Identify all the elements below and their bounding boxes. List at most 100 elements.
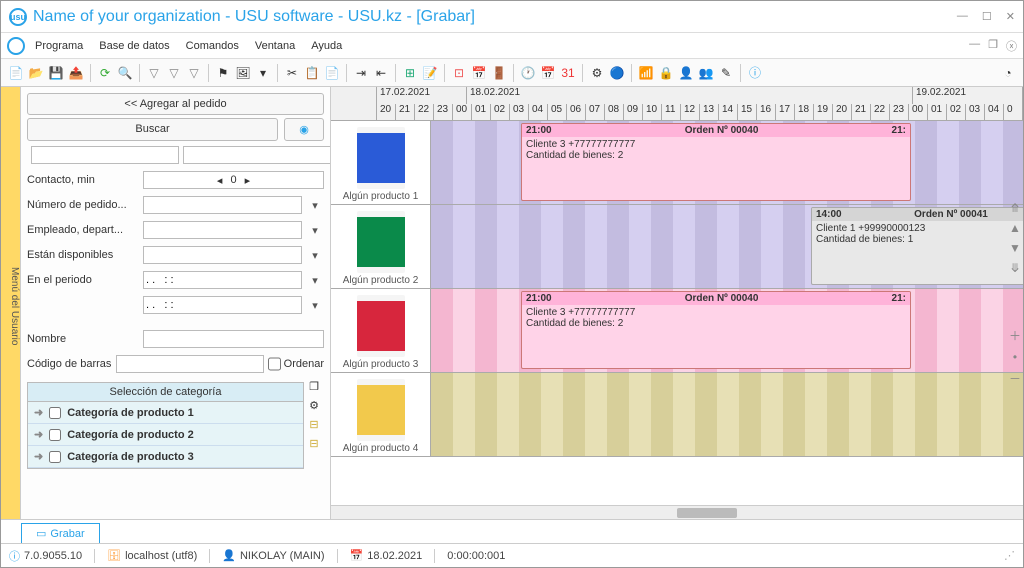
order-block[interactable]: 14:00Orden Nº 0004114:00 Cliente 1 +9999…	[811, 207, 1023, 285]
ordenar-checkbox[interactable]	[268, 355, 281, 373]
scroll-down2-icon[interactable]: ⤋	[1010, 261, 1020, 275]
gantt-hscroll[interactable]	[331, 505, 1023, 519]
menu-ventana[interactable]: Ventana	[249, 38, 301, 54]
status-info-icon: ⓘ	[9, 548, 20, 564]
dropdown-icon[interactable]: ▾	[254, 64, 272, 82]
db2-icon[interactable]: ⊟	[309, 437, 318, 450]
gantt-track[interactable]: 14:00Orden Nº 0004114:00 Cliente 1 +9999…	[431, 205, 1023, 288]
window-title: Name of your organization - USU software…	[33, 8, 957, 26]
date-icon[interactable]: 31	[559, 64, 577, 82]
scroll-up-icon[interactable]: ⤊	[1010, 201, 1020, 215]
mdi-restore-icon[interactable]: ❐	[988, 38, 998, 54]
disponibles-input[interactable]	[143, 246, 302, 264]
gantt-body: Algún producto 1 21:00Orden Nº 0004021: …	[331, 121, 1023, 505]
periodo-to-input[interactable]	[143, 296, 302, 314]
export-icon[interactable]: 📤	[67, 64, 85, 82]
user-icon[interactable]: 👤	[677, 64, 695, 82]
cut-icon[interactable]: ✂	[283, 64, 301, 82]
menu-comandos[interactable]: Comandos	[180, 38, 245, 54]
scroll-down-icon[interactable]: ▼	[1009, 241, 1021, 255]
order-block[interactable]: 21:00Orden Nº 0004021: Cliente 3 +777777…	[521, 123, 911, 201]
lock-icon[interactable]: 🔒	[657, 64, 675, 82]
gantt-track[interactable]: 21:00Orden Nº 0004021: Cliente 3 +777777…	[431, 121, 1023, 204]
zoom-dot-icon[interactable]: •	[1013, 350, 1017, 364]
users-icon[interactable]: 👥	[697, 64, 715, 82]
menu-logo-icon[interactable]	[7, 37, 25, 55]
search-icon[interactable]: 🔍	[116, 64, 134, 82]
gantt-track[interactable]	[431, 373, 1023, 456]
side-tab-user-menu[interactable]: Menú del Usuario	[1, 87, 21, 519]
open-icon[interactable]: 📂	[27, 64, 45, 82]
zoom-in-icon[interactable]: ＋	[1009, 327, 1021, 344]
doc-icon[interactable]: 📝	[421, 64, 439, 82]
info-icon[interactable]: ⓘ	[746, 64, 764, 82]
scroll-up2-icon[interactable]: ▲	[1009, 221, 1021, 235]
add-to-order-button[interactable]: << Agregar al pedido	[27, 93, 324, 115]
filter-icon[interactable]: ▽	[145, 64, 163, 82]
category-header: Selección de categoría	[28, 383, 303, 402]
gear-icon[interactable]: ⚙	[588, 64, 606, 82]
category-row[interactable]: ➜Categoría de producto 3	[28, 446, 303, 468]
image-icon[interactable]: 🖼	[234, 64, 252, 82]
order-block[interactable]: 21:00Orden Nº 0004021: Cliente 3 +777777…	[521, 291, 911, 369]
statusbar: ⓘ7.0.9055.10 🗄localhost (utf8) 👤NIKOLAY …	[1, 543, 1023, 567]
cal3-icon[interactable]: 📅	[539, 64, 557, 82]
copy-cat-icon[interactable]: ❐	[309, 380, 319, 393]
app-logo: usu	[9, 8, 27, 26]
db1-icon[interactable]: ⊟	[309, 418, 318, 431]
zoom-out-icon[interactable]: －	[1009, 370, 1021, 387]
empleado-input[interactable]	[143, 221, 302, 239]
edit-icon[interactable]: ✎	[717, 64, 735, 82]
product-thumb	[357, 211, 405, 273]
flag-icon[interactable]: ⚑	[214, 64, 232, 82]
tarjeta-input[interactable]	[183, 146, 331, 164]
periodo-from-input[interactable]	[143, 271, 302, 289]
empleado-dropdown[interactable]: ▾	[306, 224, 324, 237]
contacto-spinner[interactable]: ◂0▸	[143, 171, 324, 189]
color-icon[interactable]: 🔵	[608, 64, 626, 82]
gantt-track[interactable]: 21:00Orden Nº 0004021: Cliente 3 +777777…	[431, 289, 1023, 372]
filter2-icon[interactable]: ▽	[165, 64, 183, 82]
calendar2-icon[interactable]: 📅	[470, 64, 488, 82]
nombre-input[interactable]	[143, 330, 324, 348]
product-thumb	[357, 379, 405, 441]
mdi-close-icon[interactable]: ⓧ	[1006, 38, 1017, 54]
label-codigo: Código de barras	[27, 358, 112, 370]
tab-grabar[interactable]: ▭Grabar	[21, 523, 100, 543]
excel-icon[interactable]: ⊞	[401, 64, 419, 82]
new-icon[interactable]: 📄	[7, 64, 25, 82]
category-row[interactable]: ➜Categoría de producto 1	[28, 402, 303, 424]
minimize-icon[interactable]: —	[957, 10, 968, 23]
resize-grip-icon[interactable]: ⋰	[1004, 549, 1015, 562]
paste-icon[interactable]: 📄	[323, 64, 341, 82]
codigo-input[interactable]	[116, 355, 264, 373]
numero-dropdown[interactable]: ▾	[306, 199, 324, 212]
category-row[interactable]: ➜Categoría de producto 2	[28, 424, 303, 446]
rss-icon[interactable]: 📶	[637, 64, 655, 82]
save-icon[interactable]: 💾	[47, 64, 65, 82]
filter3-icon[interactable]: ▽	[185, 64, 203, 82]
settings-cat-icon[interactable]: ⚙	[309, 399, 319, 412]
close-icon[interactable]: ✕	[1006, 10, 1015, 23]
menu-ayuda[interactable]: Ayuda	[305, 38, 348, 54]
indent-icon[interactable]: ⇥	[352, 64, 370, 82]
quick-search-button[interactable]: ◉	[284, 118, 324, 141]
user-status-icon: 👤	[222, 549, 236, 562]
menu-programa[interactable]: Programa	[29, 38, 89, 54]
exit-icon[interactable]: 🚪	[490, 64, 508, 82]
clock-icon[interactable]: 🕐	[519, 64, 537, 82]
disponibles-dropdown[interactable]: ▾	[306, 249, 324, 262]
help-icon[interactable]: ◔	[999, 64, 1017, 82]
mdi-minimize-icon[interactable]: —	[969, 38, 980, 54]
maximize-icon[interactable]: ☐	[982, 10, 992, 23]
refresh-icon[interactable]: ⟳	[96, 64, 114, 82]
copy-icon[interactable]: 📋	[303, 64, 321, 82]
outdent-icon[interactable]: ⇤	[372, 64, 390, 82]
search-button[interactable]: Buscar	[27, 118, 278, 141]
numero-input[interactable]	[143, 196, 302, 214]
gantt-header: 17.02.2021 18.02.2021 19.02.2021 2021222…	[331, 87, 1023, 121]
titlebar: usu Name of your organization - USU soft…	[1, 1, 1023, 33]
window-icon[interactable]: ⊡	[450, 64, 468, 82]
cliente-input[interactable]	[31, 146, 179, 164]
menu-basedatos[interactable]: Base de datos	[93, 38, 175, 54]
